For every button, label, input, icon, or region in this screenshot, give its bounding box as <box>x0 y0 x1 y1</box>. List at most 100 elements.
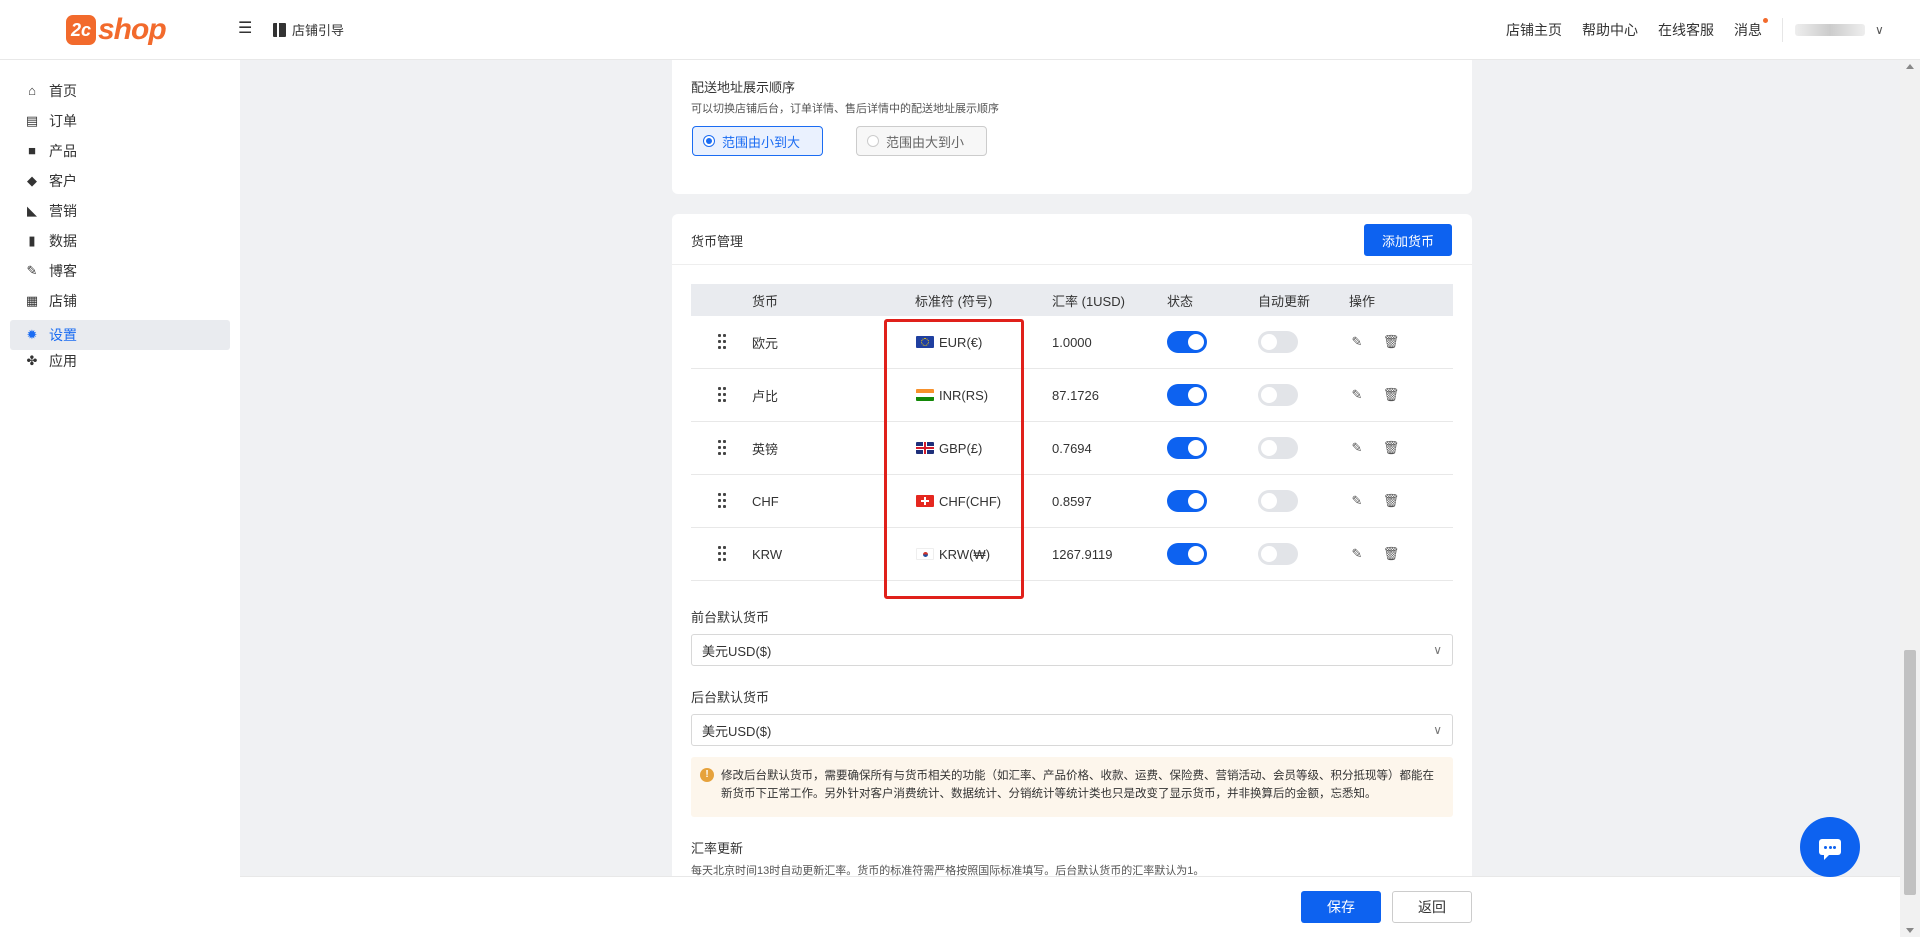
auto-update-toggle[interactable] <box>1258 437 1298 459</box>
save-button[interactable]: 保存 <box>1301 891 1381 923</box>
auto-update-toggle[interactable] <box>1258 384 1298 406</box>
currency-title: 货币管理 <box>691 234 744 249</box>
footer-bar <box>240 876 1900 937</box>
auto-update-toggle[interactable] <box>1258 490 1298 512</box>
top-bar: 2c shop ☰ 店铺引导 店铺主页 帮助中心 在线客服 消息 ∨ <box>0 0 1920 60</box>
drag-handle-icon[interactable] <box>718 475 726 527</box>
sidebar-item-label: 客户 <box>49 173 77 189</box>
sidebar-item[interactable]: ■ 产品 <box>10 136 230 166</box>
status-toggle-cell <box>1167 528 1207 580</box>
sidebar-item-label: 应用 <box>49 353 77 369</box>
col-auto-update: 自动更新 <box>1258 293 1311 309</box>
menu-toggle-icon[interactable]: ☰ <box>238 20 254 38</box>
drag-handle-icon[interactable] <box>718 369 726 421</box>
edit-icon[interactable]: ✎ <box>1350 334 1364 349</box>
edit-icon[interactable]: ✎ <box>1350 387 1364 402</box>
auto-update-toggle[interactable] <box>1258 543 1298 565</box>
auto-update-toggle[interactable] <box>1258 331 1298 353</box>
table-row: 卢比 INR(RS) 87.1726 ✎ 🗑 <box>691 369 1453 422</box>
status-toggle-cell <box>1167 369 1207 421</box>
status-toggle[interactable] <box>1167 437 1207 459</box>
sidebar-item[interactable]: ▤ 订单 <box>10 106 230 136</box>
scroll-up-icon[interactable] <box>1906 64 1914 69</box>
drag-handle-icon[interactable] <box>718 316 726 368</box>
chat-icon <box>1819 839 1841 860</box>
chevron-down-icon: ∨ <box>1433 723 1442 737</box>
exchange-rate: 0.8597 <box>1052 493 1092 509</box>
radio-checked-icon <box>703 135 715 147</box>
sidebar-item-label: 博客 <box>49 263 77 279</box>
frontend-default-label: 前台默认货币 <box>691 610 770 625</box>
chevron-down-icon: ∨ <box>1433 643 1442 657</box>
sidebar-item[interactable]: ◣ 营销 <box>10 196 230 226</box>
trash-icon[interactable]: 🗑 <box>1383 440 1400 455</box>
rate-update-title: 汇率更新 <box>691 841 744 856</box>
sidebar-item[interactable]: ✤ 应用 <box>10 346 230 376</box>
bag-icon: ■ <box>28 143 36 158</box>
chat-button[interactable] <box>1800 817 1860 877</box>
edit-icon[interactable]: ✎ <box>1350 546 1364 561</box>
frontend-default-value: 美元USD($) <box>702 643 772 659</box>
backend-default-select[interactable]: 美元USD($) ∨ <box>691 714 1453 746</box>
messages-link[interactable]: 消息 <box>1734 18 1768 40</box>
sidebar-item[interactable]: ▦ 店铺 <box>10 286 230 316</box>
col-code: 标准符 (符号) <box>915 293 993 309</box>
exchange-rate: 0.7694 <box>1052 440 1092 456</box>
trash-icon[interactable]: 🗑 <box>1383 493 1400 508</box>
exchange-rate: 1.0000 <box>1052 334 1092 350</box>
address-order-card: 配送地址展示顺序 可以切换店铺后台，订单详情、售后详情中的配送地址展示顺序 范围… <box>672 60 1472 194</box>
logo-text: shop <box>98 13 167 46</box>
store-home-link[interactable]: 店铺主页 <box>1506 20 1562 40</box>
sidebar-item-label: 首页 <box>49 83 77 99</box>
status-toggle[interactable] <box>1167 543 1207 565</box>
store-guide-link[interactable]: 店铺引导 <box>273 20 344 39</box>
col-actions: 操作 <box>1349 293 1376 309</box>
clipboard-icon: ▤ <box>25 113 39 128</box>
logo[interactable]: 2c shop <box>66 10 167 50</box>
sidebar-item[interactable]: ⌂ 首页 <box>10 76 230 106</box>
scroll-down-icon[interactable] <box>1906 928 1914 933</box>
sidebar-item[interactable]: ✎ 博客 <box>10 256 230 286</box>
sidebar-item-label: 设置 <box>49 327 77 343</box>
gear-icon: ✹ <box>26 327 38 342</box>
trash-icon[interactable]: 🗑 <box>1383 546 1400 561</box>
avatar <box>1795 24 1865 36</box>
sidebar-item-label: 数据 <box>49 233 77 249</box>
exchange-rate: 1267.9119 <box>1052 546 1113 562</box>
trash-icon[interactable]: 🗑 <box>1383 387 1400 402</box>
currency-name: 卢比 <box>752 388 779 404</box>
trash-icon[interactable]: 🗑 <box>1383 334 1400 349</box>
frontend-default-select[interactable]: 美元USD($) ∨ <box>691 634 1453 666</box>
table-row: 英镑 GBP(£) 0.7694 ✎ 🗑 <box>691 422 1453 475</box>
currency-card: 货币管理 添加货币 货币 标准符 (符号) 汇率 (1USD) 状态 自动更新 … <box>672 214 1472 937</box>
radio-small-to-large[interactable]: 范围由小到大 <box>692 126 823 156</box>
status-toggle[interactable] <box>1167 331 1207 353</box>
scrollbar[interactable] <box>1900 60 1920 937</box>
status-toggle[interactable] <box>1167 384 1207 406</box>
user-menu[interactable]: ∨ <box>1782 18 1892 42</box>
scroll-thumb[interactable] <box>1904 650 1916 895</box>
edit-icon[interactable]: ✎ <box>1350 440 1364 455</box>
drag-handle-icon[interactable] <box>718 528 726 580</box>
back-button[interactable]: 返回 <box>1392 891 1472 923</box>
table-row: KRW KRW(₩) 1267.9119 ✎ 🗑 <box>691 528 1453 581</box>
status-toggle-cell <box>1167 422 1207 474</box>
sidebar-item-label: 订单 <box>49 113 77 129</box>
book-icon <box>273 22 286 37</box>
add-currency-button[interactable]: 添加货币 <box>1364 224 1452 256</box>
divider <box>672 264 1472 265</box>
help-center-link[interactable]: 帮助中心 <box>1582 20 1638 40</box>
status-toggle-cell <box>1167 475 1207 527</box>
top-links: 店铺主页 帮助中心 在线客服 消息 ∨ <box>1506 0 1920 60</box>
status-toggle[interactable] <box>1167 490 1207 512</box>
sidebar-item[interactable]: ◆ 客户 <box>10 166 230 196</box>
edit-icon[interactable]: ✎ <box>1350 493 1364 508</box>
sidebar-item[interactable]: ▮ 数据 <box>10 226 230 256</box>
currency-table: 货币 标准符 (符号) 汇率 (1USD) 状态 自动更新 操作 欧元 EUR(€… <box>691 284 1453 581</box>
auto-update-toggle-cell <box>1258 528 1298 580</box>
radio-large-to-small[interactable]: 范围由大到小 <box>856 126 987 156</box>
messages-label: 消息 <box>1734 22 1762 38</box>
actions-cell: ✎ 🗑 <box>1350 528 1400 580</box>
online-support-link[interactable]: 在线客服 <box>1658 20 1714 40</box>
drag-handle-icon[interactable] <box>718 422 726 474</box>
